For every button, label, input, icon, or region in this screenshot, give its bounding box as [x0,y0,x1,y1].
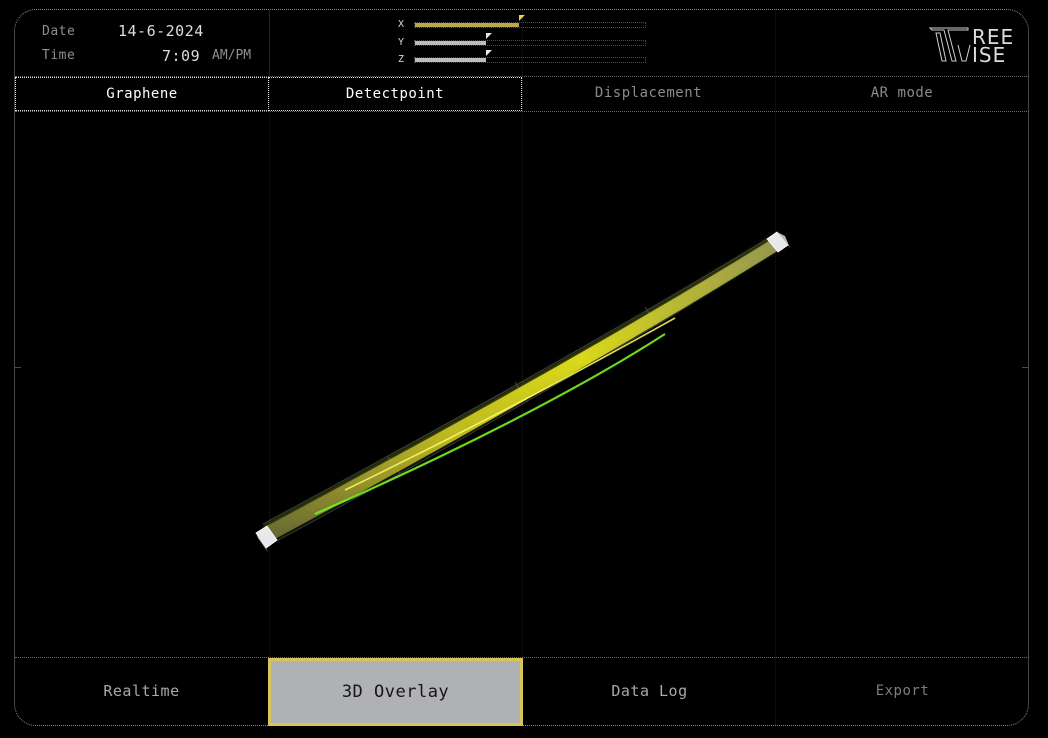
logo-text-line2: ISE [972,43,1007,67]
date-label: Date [42,24,76,39]
axis-row-x: X [398,15,648,31]
axis-fill-z [415,58,487,62]
beam-overlay-render [255,231,790,552]
axis-track-x [414,15,646,28]
axis-marker-x-icon [518,15,525,21]
3d-overlay-button[interactable]: 3D Overlay [268,658,523,726]
axis-fill-y [415,41,487,45]
axis-track-z [414,50,646,63]
axis-label-x: X [398,19,405,30]
beam-body [265,236,785,540]
realtime-button[interactable]: Realtime [15,658,268,726]
axis-fill-x [415,23,519,27]
axis-label-y: Y [398,37,405,48]
tab-graphene[interactable]: Graphene [15,77,269,111]
tab-detectpoint[interactable]: Detectpoint [268,77,522,111]
data-log-button[interactable]: Data Log [523,658,776,726]
time-value: 7:09 [162,47,201,65]
axis-row-y: Y [398,33,648,49]
time-label: Time [42,48,76,63]
treewise-logo: REE ISE [928,25,1018,65]
axis-marker-z-icon [486,50,493,56]
tab-displacement[interactable]: Displacement [522,77,775,111]
export-button[interactable]: Export [776,658,1029,726]
axis-track-y [414,33,646,46]
bottom-toolbar: Realtime 3D Overlay Data Log Export [15,657,1029,726]
header-divider [269,10,270,76]
axis-label-z: Z [398,54,405,65]
3d-viewport[interactable] [15,112,1029,657]
date-value: 14-6-2024 [118,22,204,40]
mode-tabs: Graphene Detectpoint Displacement AR mod… [15,76,1029,112]
axis-row-z: Z [398,50,648,66]
time-suffix: AM/PM [212,48,252,63]
treewise-logo-mark-icon [928,27,971,62]
axis-marker-y-icon [486,33,493,39]
tab-ar-mode[interactable]: AR mode [775,77,1029,111]
